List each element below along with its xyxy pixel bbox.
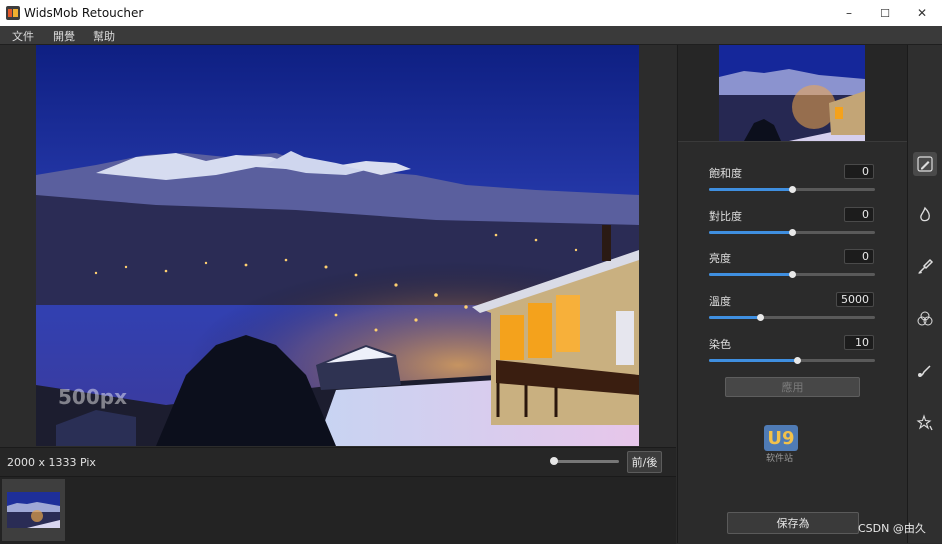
menu-view[interactable]: 開覺 (53, 28, 75, 44)
contrast-thumb[interactable] (789, 229, 796, 236)
color-circles-icon[interactable] (913, 307, 937, 331)
saturation-slider[interactable] (709, 186, 875, 193)
watermark-logo: U9 (764, 425, 798, 451)
tint-slider[interactable] (709, 357, 875, 364)
tint-thumb[interactable] (793, 357, 801, 364)
temperature-thumb[interactable] (757, 314, 765, 321)
temperature-label: 溫度 (709, 295, 731, 308)
saturation-fill (709, 188, 792, 191)
title-bar: WidsMob Retoucher – ☐ ✕ (0, 0, 942, 27)
menu-help[interactable]: 幫助 (93, 28, 115, 44)
menu-file[interactable]: 文件 (12, 28, 34, 44)
brightness-label: 亮度 (709, 252, 731, 265)
tint-label: 染色 (709, 338, 731, 351)
brightness-value[interactable]: 0 (844, 249, 874, 264)
saturation-thumb[interactable] (789, 186, 796, 193)
save-as-button[interactable]: 保存為 (727, 512, 859, 534)
brightness-fill (709, 273, 792, 276)
apply-button[interactable]: 應用 (725, 377, 860, 397)
saturation-value[interactable]: 0 (844, 164, 874, 179)
minimize-button[interactable]: – (830, 0, 868, 26)
window-title: WidsMob Retoucher (24, 6, 144, 20)
navigator-preview[interactable] (719, 45, 865, 141)
temperature-slider[interactable] (709, 314, 875, 321)
tool-strip (907, 45, 942, 543)
site-watermark: U9 软件站 (716, 425, 856, 464)
flame-icon[interactable] (913, 203, 937, 227)
retouch-brush-icon[interactable] (913, 359, 937, 383)
saturation-label: 飽和度 (709, 167, 742, 180)
contrast-label: 對比度 (709, 210, 742, 223)
adjustment-panel: 飽和度 0 對比度 0 亮度 0 溫度 5000 染色 10 應用 U9 软件站… (677, 45, 907, 543)
before-after-button[interactable]: 前/後 (627, 451, 662, 473)
temperature-fill (709, 316, 761, 319)
filmstrip-thumbnail[interactable] (2, 479, 65, 541)
tint-fill (709, 359, 797, 362)
temperature-value[interactable]: 5000 (836, 292, 874, 307)
photo-watermark: 500px (58, 385, 127, 409)
credit-watermark: CSDN @由久 (858, 522, 926, 535)
app-icon (6, 6, 20, 20)
magic-stars-icon[interactable] (913, 411, 937, 435)
close-button[interactable]: ✕ (903, 0, 941, 26)
brightness-thumb[interactable] (789, 271, 796, 278)
image-dimensions: 2000 x 1333 Pix (7, 456, 96, 469)
status-bar: 2000 x 1333 Pix 前/後 (0, 447, 676, 476)
zoom-slider-thumb[interactable] (550, 457, 559, 465)
tint-value[interactable]: 10 (844, 335, 874, 350)
brush-icon[interactable] (913, 255, 937, 279)
watermark-subtext: 软件站 (766, 454, 794, 464)
maximize-button[interactable]: ☐ (866, 0, 904, 26)
contrast-fill (709, 231, 792, 234)
filmstrip (0, 476, 676, 544)
zoom-slider[interactable] (551, 460, 619, 463)
contrast-slider[interactable] (709, 229, 875, 236)
pencil-icon[interactable] (913, 152, 937, 176)
navigator (678, 45, 907, 142)
menu-bar: 文件 開覺 幫助 (0, 26, 942, 45)
contrast-value[interactable]: 0 (844, 207, 874, 222)
brightness-slider[interactable] (709, 271, 875, 278)
main-photo[interactable]: 500px (36, 45, 639, 446)
